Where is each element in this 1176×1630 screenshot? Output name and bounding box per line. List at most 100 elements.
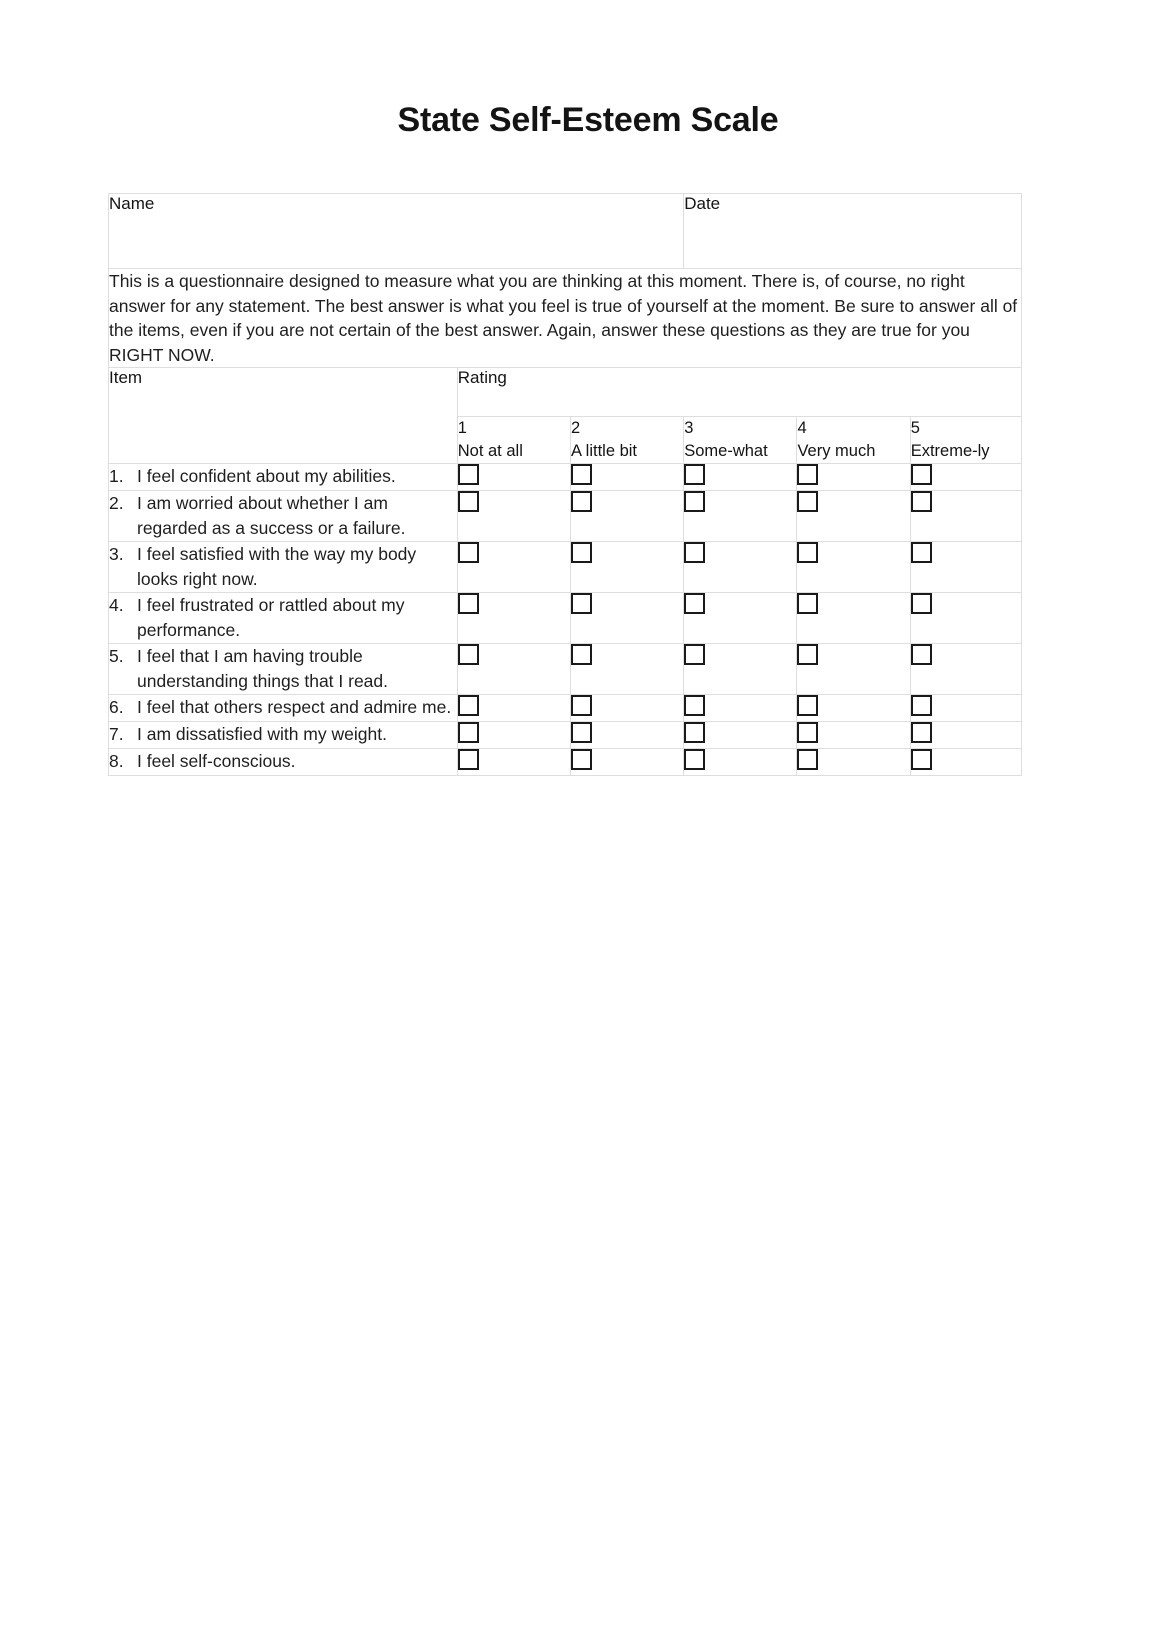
rating-cell-item7-score1[interactable] [456,721,571,749]
rating-checkbox-item8-score5[interactable] [910,749,932,770]
rating-cell-item3-score1[interactable] [456,541,571,593]
rating-cell-item8-score1[interactable] [456,748,571,776]
rating-checkbox-item6-score5[interactable] [910,695,932,716]
item-number: 7. [109,724,124,744]
rating-checkbox-item7-score4[interactable] [797,722,819,743]
item-statement-8: 8. I feel self-conscious. [108,748,458,776]
rating-checkbox-item4-score5[interactable] [910,593,932,614]
rating-cell-item6-score5[interactable] [909,694,1023,722]
rating-checkbox-item3-score2[interactable] [570,542,592,563]
rating-checkbox-item1-score1[interactable] [457,464,479,485]
rating-cell-item4-score2[interactable] [569,592,685,644]
table-row: 7. I am dissatisfied with my weight. [108,721,1023,749]
rating-cell-item4-score4[interactable] [796,592,911,644]
rating-cell-item5-score3[interactable] [683,643,798,695]
rating-cell-item5-score4[interactable] [796,643,911,695]
rating-cell-item2-score1[interactable] [456,490,571,542]
item-statement-3: 3. I feel satisfied with the way my body … [108,541,458,593]
rating-cell-item2-score2[interactable] [569,490,685,542]
rating-cell-item6-score1[interactable] [456,694,571,722]
questionnaire-page: State Self-Esteem Scale Name Date This is … [0,0,1176,1630]
name-field-cell[interactable]: Name [107,193,685,269]
rating-cell-item7-score5[interactable] [909,721,1023,749]
rating-cell-item4-score1[interactable] [456,592,571,644]
rating-cell-item5-score1[interactable] [456,643,571,695]
rating-cell-item3-score4[interactable] [796,541,911,593]
rating-checkbox-item2-score5[interactable] [910,491,932,512]
rating-checkbox-item1-score3[interactable] [684,464,706,485]
rating-checkbox-item4-score2[interactable] [570,593,592,614]
date-field-cell[interactable]: Date [683,193,1022,269]
rating-checkbox-item6-score1[interactable] [457,695,479,716]
rating-checkbox-item6-score3[interactable] [684,695,706,716]
scale-label: A little bit [570,442,638,460]
rating-cell-item1-score4[interactable] [796,463,911,491]
rating-checkbox-item3-score5[interactable] [910,542,932,563]
rating-checkbox-item7-score3[interactable] [684,722,706,743]
rating-checkbox-item8-score1[interactable] [457,749,479,770]
rating-cell-item4-score3[interactable] [683,592,798,644]
rating-checkbox-item5-score1[interactable] [457,644,479,665]
rating-cell-item3-score5[interactable] [909,541,1023,593]
rating-cell-item7-score3[interactable] [683,721,798,749]
rating-cell-item4-score5[interactable] [909,592,1023,644]
scale-label: Extreme-ly [910,442,990,460]
item-number: 3. [109,544,124,564]
item-text: I feel frustrated or rattled about my pe… [137,595,405,640]
rating-cell-item8-score5[interactable] [909,748,1023,776]
rating-cell-item3-score3[interactable] [683,541,798,593]
rating-checkbox-item8-score3[interactable] [684,749,706,770]
rating-checkbox-item2-score2[interactable] [570,491,592,512]
rating-checkbox-item4-score1[interactable] [457,593,479,614]
page-title: State Self-Esteem Scale [397,101,779,139]
rating-checkbox-item5-score4[interactable] [797,644,819,665]
rating-checkbox-item2-score4[interactable] [797,491,819,512]
item-statement-2: 2. I am worried about whether I am regard… [108,490,458,542]
rating-checkbox-item4-score3[interactable] [684,593,706,614]
rating-cell-item2-score4[interactable] [796,490,911,542]
rating-checkbox-item3-score1[interactable] [457,542,479,563]
rating-checkbox-item8-score4[interactable] [797,749,819,770]
rating-checkbox-item7-score1[interactable] [457,722,479,743]
rating-checkbox-item4-score4[interactable] [797,593,819,614]
rating-cell-item8-score4[interactable] [796,748,911,776]
item-text: I feel satisfied with the way my body lo… [137,544,417,589]
rating-cell-item1-score2[interactable] [569,463,685,491]
rating-checkbox-item5-score5[interactable] [910,644,932,665]
rating-checkbox-item3-score3[interactable] [684,542,706,563]
table-row: 3. I feel satisfied with the way my body … [108,541,1023,593]
rating-checkbox-item5-score3[interactable] [684,644,706,665]
rating-checkbox-item7-score2[interactable] [570,722,592,743]
scale-number: 5 [910,419,920,437]
scale-header-4: 4 Very much [796,416,911,464]
rating-group-header-row: Item Rating [108,367,1023,464]
rating-cell-item2-score3[interactable] [683,490,798,542]
rating-cell-item1-score3[interactable] [683,463,798,491]
rating-checkbox-item8-score2[interactable] [570,749,592,770]
rating-checkbox-item5-score2[interactable] [570,644,592,665]
rating-checkbox-item6-score2[interactable] [570,695,592,716]
rating-cell-item6-score3[interactable] [683,694,798,722]
rating-cell-item8-score3[interactable] [683,748,798,776]
rating-checkbox-item2-score1[interactable] [457,491,479,512]
rating-checkbox-item7-score5[interactable] [910,722,932,743]
table-row: 2. I am worried about whether I am regard… [108,490,1023,542]
rating-cell-item7-score4[interactable] [796,721,911,749]
rating-checkbox-item2-score3[interactable] [684,491,706,512]
rating-cell-item6-score4[interactable] [796,694,911,722]
rating-cell-item5-score2[interactable] [569,643,685,695]
rating-cell-item5-score5[interactable] [909,643,1023,695]
rating-cell-item1-score5[interactable] [909,463,1023,491]
rating-checkbox-item3-score4[interactable] [797,542,819,563]
rating-cell-item7-score2[interactable] [569,721,685,749]
rating-cell-item2-score5[interactable] [909,490,1023,542]
rating-cell-item3-score2[interactable] [569,541,685,593]
rating-checkbox-item6-score4[interactable] [797,695,819,716]
rating-checkbox-item1-score4[interactable] [797,464,819,485]
item-text: I feel confident about my abilities. [137,466,396,486]
rating-checkbox-item1-score5[interactable] [910,464,932,485]
rating-checkbox-item1-score2[interactable] [570,464,592,485]
rating-cell-item1-score1[interactable] [456,463,571,491]
rating-cell-item8-score2[interactable] [569,748,685,776]
rating-cell-item6-score2[interactable] [569,694,685,722]
